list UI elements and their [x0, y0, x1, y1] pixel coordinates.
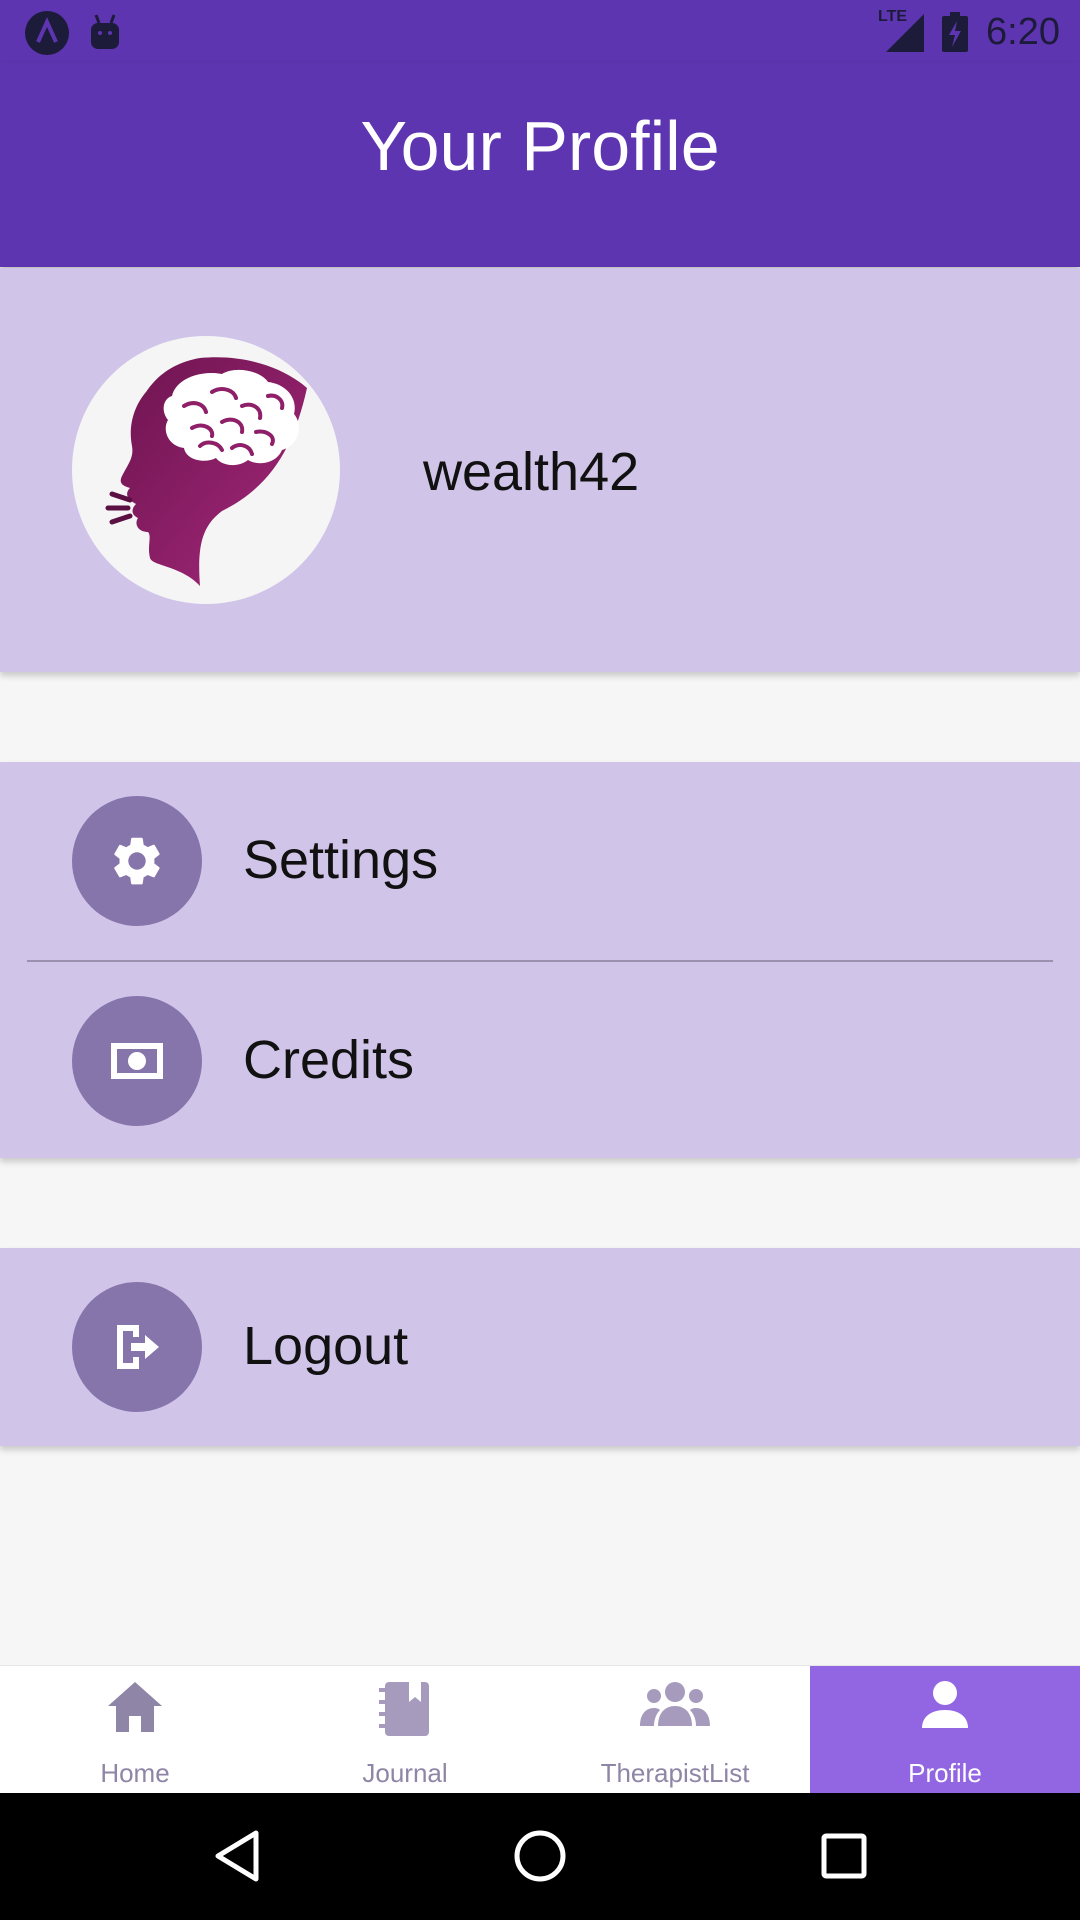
- app-bar: Your Profile: [0, 63, 1080, 267]
- settings-icon-circle: [72, 796, 202, 926]
- home-icon: [108, 1682, 162, 1732]
- gear-icon: [114, 837, 160, 885]
- home-circle-icon[interactable]: [512, 1828, 568, 1884]
- credits-label: Credits: [243, 1030, 415, 1090]
- status-bar: LTE 6:20: [0, 0, 1080, 63]
- app-notification-icon: [25, 11, 69, 55]
- avatar: [72, 336, 340, 604]
- system-navigation-bar: [0, 1793, 1080, 1920]
- group-icon: [640, 1682, 710, 1726]
- logout-row[interactable]: Logout: [0, 1248, 1080, 1428]
- nav-label-home: Home: [100, 1758, 170, 1788]
- credits-row[interactable]: Credits: [0, 962, 1080, 1142]
- credits-icon-circle: [72, 996, 202, 1126]
- nav-item-journal[interactable]: Journal: [270, 1666, 540, 1794]
- brain-head-icon: [105, 357, 308, 586]
- bottom-navigation: Home Journal TherapistList Profile: [0, 1665, 1080, 1794]
- back-icon[interactable]: [212, 1829, 262, 1883]
- signal-icon: LTE: [878, 8, 925, 52]
- menu-card: Settings Credits: [0, 762, 1080, 1158]
- username: wealth42: [423, 442, 640, 502]
- battery-icon: [942, 12, 969, 52]
- person-icon: [922, 1681, 968, 1728]
- money-icon: [111, 1043, 163, 1079]
- logout-card: Logout: [0, 1248, 1080, 1446]
- nav-label-journal: Journal: [362, 1758, 448, 1788]
- logout-icon-circle: [72, 1282, 202, 1412]
- nav-label-therapistlist: TherapistList: [600, 1758, 750, 1788]
- logout-icon: [117, 1325, 159, 1369]
- journal-icon: [379, 1682, 429, 1736]
- recents-icon[interactable]: [820, 1832, 868, 1880]
- status-time: 6:20: [986, 11, 1060, 53]
- settings-label: Settings: [243, 830, 439, 890]
- settings-row[interactable]: Settings: [0, 762, 1080, 942]
- page-title: Your Profile: [360, 107, 720, 185]
- nav-item-therapistlist[interactable]: TherapistList: [540, 1666, 810, 1794]
- logout-label: Logout: [243, 1316, 409, 1376]
- profile-card: wealth42: [0, 268, 1080, 672]
- android-debug-icon: [91, 14, 119, 49]
- nav-label-profile: Profile: [908, 1758, 982, 1788]
- nav-item-profile[interactable]: Profile: [810, 1666, 1080, 1794]
- nav-item-home[interactable]: Home: [0, 1666, 270, 1794]
